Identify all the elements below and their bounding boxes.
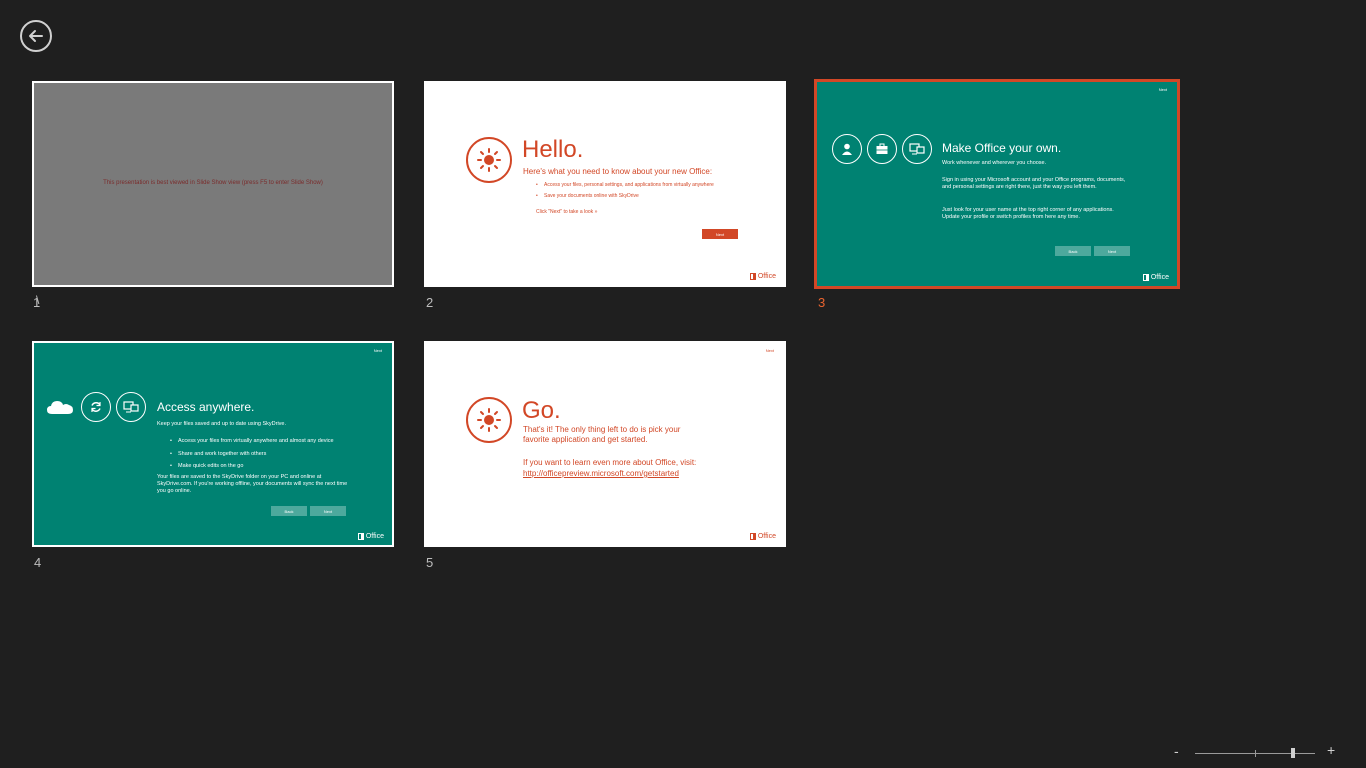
person-icon xyxy=(832,134,862,164)
slide-line: Keep your files saved and up to date usi… xyxy=(157,421,287,427)
slide-title: Access anywhere. xyxy=(157,400,255,414)
next-slide-button: Next xyxy=(1094,246,1130,256)
office-logo-text: Office xyxy=(757,273,776,280)
office-logo-text: Office xyxy=(365,533,384,540)
office-logo-icon xyxy=(357,533,364,540)
bullet-item: Make quick edits on the go xyxy=(170,460,370,473)
office-logo-icon xyxy=(749,273,756,280)
office-logo: Office xyxy=(749,273,776,280)
office-logo: Office xyxy=(1142,274,1169,281)
slide-thumbnail-5[interactable]: Next Go. That's it! The only thing left … xyxy=(424,341,786,547)
office-logo: Office xyxy=(357,533,384,540)
back-slide-button: Back xyxy=(1055,246,1091,256)
bullet-item: Access your files, personal settings, an… xyxy=(536,182,714,188)
office-logo: Office xyxy=(749,533,776,540)
arrow-left-icon xyxy=(29,30,43,42)
office-logo-icon xyxy=(1142,274,1149,281)
slide-title: Go. xyxy=(522,397,561,424)
slide-subtitle: Here's what you need to know about your … xyxy=(523,167,713,176)
slide-line: That's it! The only thing left to do is … xyxy=(523,425,681,444)
sun-icon xyxy=(466,397,512,443)
cloud-icon xyxy=(46,398,74,421)
bullet-item: Access your files from virtually anywher… xyxy=(170,435,370,448)
devices-icon xyxy=(902,134,932,164)
slide-bullets: Access your files, personal settings, an… xyxy=(536,182,714,199)
slide-thumbnail-3[interactable]: Next Make Office your own. Work whenever… xyxy=(814,79,1180,289)
slide-paragraph: Sign in using your Microsoft account and… xyxy=(942,177,1126,190)
slide-title: Hello. xyxy=(522,136,584,163)
slide-top-label: Next xyxy=(373,348,382,353)
bullet-item: Share and work together with others xyxy=(170,448,370,461)
slide-text: This presentation is best viewed in Slid… xyxy=(103,180,323,186)
office-logo-text: Office xyxy=(1150,274,1169,281)
next-button: Next xyxy=(702,229,738,239)
zoom-slider-thumb[interactable] xyxy=(1291,748,1295,758)
slide-line: If you want to learn even more about Off… xyxy=(523,458,697,467)
zoom-slider-tick xyxy=(1255,750,1256,757)
next-slide-button: Next xyxy=(310,506,346,516)
sync-icon xyxy=(81,392,111,422)
slide-title: Make Office your own. xyxy=(942,141,1062,155)
briefcase-icon xyxy=(867,134,897,164)
slide-number-4: 4 xyxy=(34,555,42,570)
back-button[interactable] xyxy=(20,20,52,52)
slide-bullets: Access your files from virtually anywher… xyxy=(170,435,370,473)
slide-thumbnail-4[interactable]: Next Access anywhere. Keep your files sa… xyxy=(32,341,394,547)
slide-paragraph: Just look for your user name at the top … xyxy=(942,207,1114,220)
sun-icon xyxy=(466,137,512,183)
slide-thumbnail-1[interactable]: This presentation is best viewed in Slid… xyxy=(32,81,394,287)
slide-line: Work whenever and wherever you choose. xyxy=(942,160,1047,166)
hidden-slide-icon: \ xyxy=(36,293,40,307)
slide-hint: Click "Next" to take a look » xyxy=(536,209,598,215)
slide-paragraph: Your files are saved to the SkyDrive fol… xyxy=(157,474,348,494)
slide-thumbnail-2[interactable]: Hello. Here's what you need to know abou… xyxy=(424,81,786,287)
bullet-item: Save your documents online with SkyDrive xyxy=(536,193,714,199)
slide-number-5: 5 xyxy=(426,555,434,570)
zoom-out-button[interactable]: - xyxy=(1174,743,1179,759)
slide-number-3: 3 xyxy=(818,295,826,310)
back-slide-button: Back xyxy=(271,506,307,516)
zoom-in-button[interactable]: + xyxy=(1327,742,1335,758)
slide-top-label: Next xyxy=(1158,87,1167,92)
devices-icon xyxy=(116,392,146,422)
office-logo-icon xyxy=(749,533,756,540)
slide-number-2: 2 xyxy=(426,295,434,310)
slide-top-label: Next xyxy=(765,348,774,353)
slide-link: http://officepreview.microsoft.com/getst… xyxy=(523,469,679,478)
office-logo-text: Office xyxy=(757,533,776,540)
